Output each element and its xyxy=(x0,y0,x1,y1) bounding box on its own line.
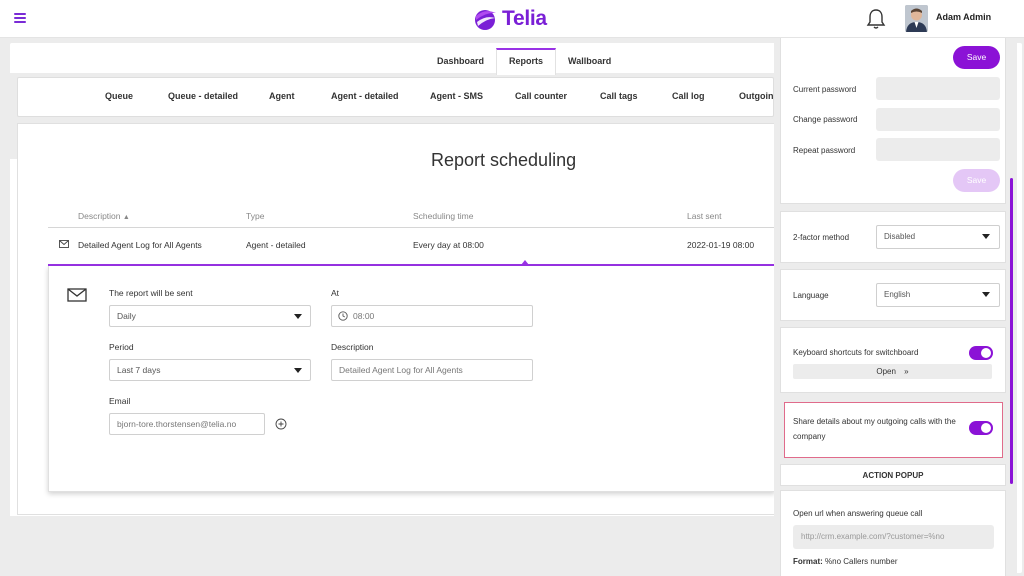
subnav-queue[interactable]: Queue xyxy=(105,91,133,101)
keyboard-shortcuts-label: Keyboard shortcuts for switchboard xyxy=(793,348,919,357)
action-popup-header: ACTION POPUP xyxy=(780,464,1006,486)
column-header-type[interactable]: Type xyxy=(246,211,264,221)
top-bar: Telia Adam Admin xyxy=(0,0,1024,38)
description-input[interactable]: Detailed Agent Log for All Agents xyxy=(331,359,533,381)
subnav-call-tags[interactable]: Call tags xyxy=(600,91,638,101)
double-chevron-down-icon: » xyxy=(904,367,909,376)
chevron-down-icon xyxy=(982,292,990,297)
format-hint: Format: %no Callers number xyxy=(793,557,898,566)
repeat-password-label: Repeat password xyxy=(793,146,856,155)
change-password-field[interactable] xyxy=(876,108,1000,131)
chevron-down-icon xyxy=(294,368,302,373)
language-select[interactable]: English xyxy=(876,283,1000,307)
share-details-label: Share details about my outgoing calls wi… xyxy=(793,417,956,441)
avatar[interactable] xyxy=(905,5,928,32)
subnav-agent-detailed[interactable]: Agent - detailed xyxy=(331,91,399,101)
envelope-icon xyxy=(67,288,87,302)
sent-frequency-label: The report will be sent xyxy=(109,288,193,298)
save-password-button[interactable]: Save xyxy=(953,169,1000,192)
subnav-call-log[interactable]: Call log xyxy=(672,91,705,101)
chevron-down-icon xyxy=(982,234,990,239)
tab-dashboard[interactable]: Dashboard xyxy=(425,49,496,73)
time-input[interactable]: 08:00 xyxy=(331,305,533,327)
logo-text: Telia xyxy=(502,7,547,30)
row-description[interactable]: Detailed Agent Log for All Agents xyxy=(78,240,202,250)
row-last-sent: 2022-01-19 08:00 xyxy=(687,240,755,250)
subnav-agent-sms[interactable]: Agent - SMS xyxy=(430,91,483,101)
keyboard-shortcuts-card: Keyboard shortcuts for switchboard Open … xyxy=(780,327,1006,393)
menu-icon[interactable] xyxy=(14,13,26,23)
subnav-outgoing[interactable]: Outgoing xyxy=(739,91,773,101)
email-input[interactable]: bjorn-tore.thorstensen@telia.no xyxy=(109,413,265,435)
open-url-input[interactable]: http://crm.example.com/?customer=%no xyxy=(793,525,994,549)
sent-frequency-select[interactable]: Daily xyxy=(109,305,311,327)
action-popup-card: Open url when answering queue call http:… xyxy=(780,490,1006,576)
top-tabs: Dashboard Reports Wallboard xyxy=(425,48,623,75)
open-button[interactable]: Open » xyxy=(793,364,992,379)
open-url-label: Open url when answering queue call xyxy=(793,509,923,518)
save-button[interactable]: Save xyxy=(953,46,1000,69)
row-scheduling-time: Every day at 08:00 xyxy=(413,240,484,250)
row-type: Agent - detailed xyxy=(246,240,306,250)
two-factor-card: 2-factor method Disabled xyxy=(780,211,1006,263)
telia-logo-icon xyxy=(475,10,496,30)
tab-wallboard[interactable]: Wallboard xyxy=(556,49,623,73)
schedule-detail-panel: The report will be sent Daily At 08:00 P… xyxy=(48,266,775,492)
share-details-toggle[interactable] xyxy=(969,421,993,435)
column-header-scheduling-time[interactable]: Scheduling time xyxy=(413,211,473,221)
user-settings-panel: Save Current password Change password Re… xyxy=(774,38,1017,576)
report-subnav: Queue Queue - detailed Agent Agent - det… xyxy=(17,77,774,117)
repeat-password-field[interactable] xyxy=(876,138,1000,161)
sort-asc-icon: ▲ xyxy=(122,214,130,221)
current-password-field[interactable] xyxy=(876,77,1000,100)
share-details-card: Share details about my outgoing calls wi… xyxy=(784,402,1003,458)
subnav-agent[interactable]: Agent xyxy=(269,91,295,101)
chevron-down-icon xyxy=(294,314,302,319)
period-label: Period xyxy=(109,342,134,352)
clock-icon xyxy=(338,311,348,321)
current-password-label: Current password xyxy=(793,85,857,94)
tab-reports[interactable]: Reports xyxy=(496,48,557,75)
column-header-description[interactable]: Description ▲ xyxy=(78,211,130,221)
two-factor-select[interactable]: Disabled xyxy=(876,225,1000,249)
report-scheduling-content: Report scheduling Description ▲ Type Sch… xyxy=(17,123,775,515)
language-card: Language English xyxy=(780,269,1006,321)
mail-icon xyxy=(59,240,69,248)
telia-logo: Telia xyxy=(472,5,547,33)
language-label: Language xyxy=(793,291,829,300)
column-header-last-sent[interactable]: Last sent xyxy=(687,211,722,221)
change-password-label: Change password xyxy=(793,115,858,124)
user-name[interactable]: Adam Admin xyxy=(936,12,991,22)
subnav-call-counter[interactable]: Call counter xyxy=(515,91,567,101)
email-label: Email xyxy=(109,396,131,406)
two-factor-label: 2-factor method xyxy=(793,233,850,242)
notification-bell-icon[interactable] xyxy=(866,8,886,30)
password-card: Save Current password Change password Re… xyxy=(780,38,1006,204)
page-title: Report scheduling xyxy=(431,150,577,170)
period-select[interactable]: Last 7 days xyxy=(109,359,311,381)
at-label: At xyxy=(331,288,340,298)
keyboard-shortcuts-toggle[interactable] xyxy=(969,346,993,360)
subnav-queue-detailed[interactable]: Queue - detailed xyxy=(168,91,238,101)
add-email-icon[interactable] xyxy=(275,418,287,430)
description-label: Description xyxy=(331,342,374,352)
panel-scrollbar[interactable] xyxy=(1010,178,1013,484)
